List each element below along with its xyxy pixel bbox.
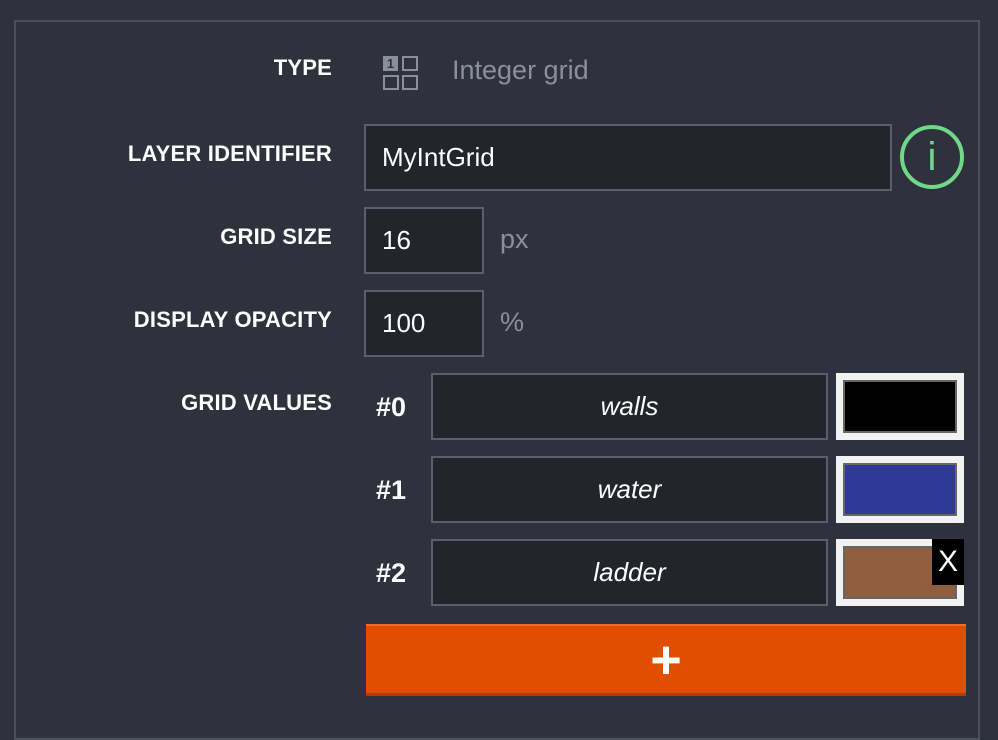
grid-size-input[interactable]: 16: [364, 207, 484, 274]
layer-identifier-label: LAYER IDENTIFIER: [127, 141, 332, 166]
grid-size-label: GRID SIZE: [220, 224, 332, 249]
display-opacity-unit: %: [500, 307, 525, 337]
grid-value-index: #0: [376, 392, 407, 422]
grid-size-unit: px: [500, 224, 529, 254]
grid-value-index: #1: [376, 475, 407, 505]
display-opacity-label: DISPLAY OPACITY: [133, 307, 332, 332]
grid-value-name-input[interactable]: ladder: [431, 539, 828, 606]
grid-values-label: GRID VALUES: [181, 390, 332, 415]
display-opacity-input[interactable]: 100: [364, 290, 484, 357]
type-value: Integer grid: [452, 55, 589, 85]
remove-grid-value-button[interactable]: X: [932, 539, 964, 585]
grid-value-name-input[interactable]: walls: [431, 373, 828, 440]
layer-identifier-input[interactable]: MyIntGrid: [364, 124, 892, 191]
grid-value-name-input[interactable]: water: [431, 456, 828, 523]
color-swatch: [843, 380, 957, 433]
grid-value-index: #2: [376, 558, 407, 588]
info-icon[interactable]: i: [900, 125, 964, 189]
add-grid-value-button[interactable]: +: [366, 624, 966, 696]
info-icon-glyph: i: [927, 134, 937, 179]
integer-grid-icon: 1: [383, 56, 418, 90]
type-label: TYPE: [273, 55, 332, 80]
svg-text:1: 1: [387, 56, 394, 71]
grid-value-color-picker[interactable]: [836, 456, 964, 523]
color-swatch: [843, 463, 957, 516]
grid-value-color-picker[interactable]: [836, 373, 964, 440]
